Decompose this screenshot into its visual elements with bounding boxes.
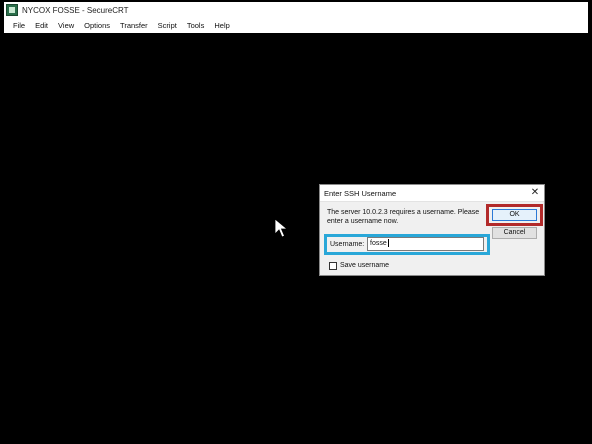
username-label: Username:	[330, 241, 365, 248]
menu-options[interactable]: Options	[79, 18, 115, 33]
menu-bar: File Edit View Options Transfer Script T…	[4, 18, 588, 33]
ssh-username-dialog: Enter SSH Username ✕ The server 10.0.2.3…	[319, 184, 545, 276]
username-input[interactable]: fosse	[367, 237, 484, 251]
menu-edit[interactable]: Edit	[30, 18, 53, 33]
dialog-message: The server 10.0.2.3 requires a username.…	[327, 209, 480, 225]
cancel-button[interactable]: Cancel	[492, 227, 537, 239]
menu-file[interactable]: File	[4, 18, 30, 33]
username-input-value: fosse	[370, 240, 387, 247]
save-username-checkbox[interactable]	[329, 262, 337, 270]
menu-help[interactable]: Help	[209, 18, 234, 33]
menu-transfer[interactable]: Transfer	[115, 18, 153, 33]
ok-button[interactable]: OK	[492, 209, 537, 221]
menu-tools[interactable]: Tools	[182, 18, 210, 33]
mouse-pointer-icon	[274, 218, 288, 238]
close-icon[interactable]: ✕	[529, 187, 541, 199]
window-titlebar[interactable]: NYCOX FOSSE - SecureCRT	[4, 2, 588, 18]
dialog-titlebar[interactable]: Enter SSH Username ✕	[320, 185, 544, 202]
dialog-title: Enter SSH Username	[324, 188, 397, 198]
menu-script[interactable]: Script	[153, 18, 182, 33]
securecrt-app-icon	[6, 4, 18, 16]
save-username-label[interactable]: Save username	[340, 261, 389, 270]
menu-view[interactable]: View	[53, 18, 79, 33]
text-caret	[387, 239, 389, 248]
window-title: NYCOX FOSSE - SecureCRT	[22, 5, 129, 15]
